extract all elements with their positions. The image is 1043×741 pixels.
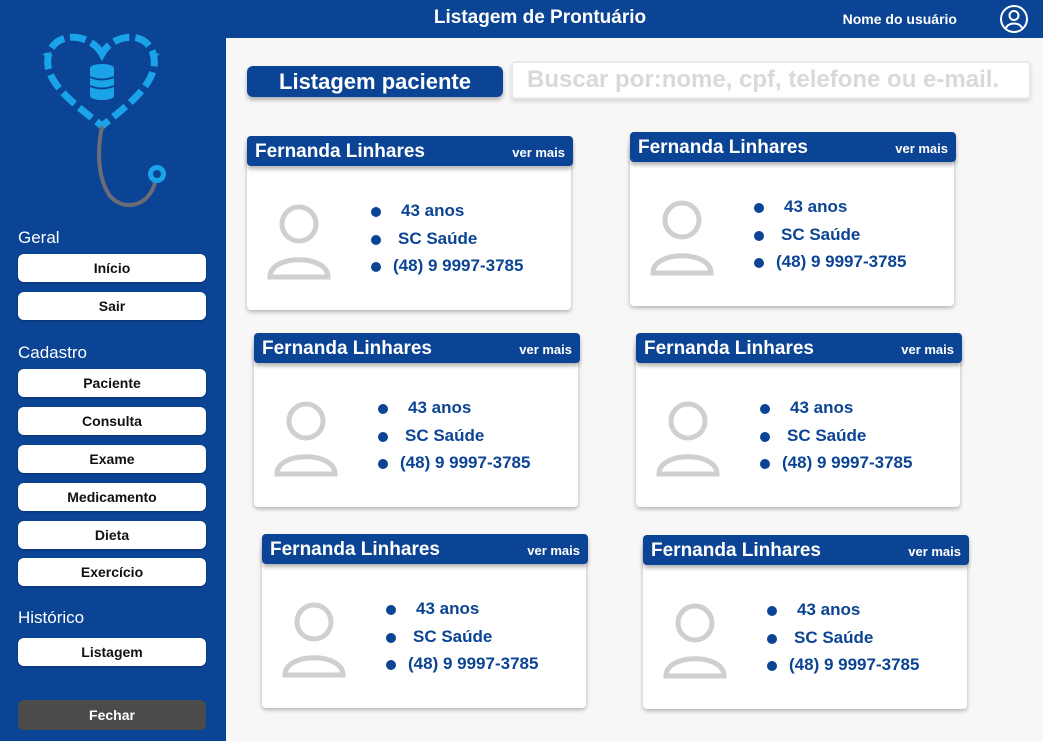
person-placeholder-icon <box>267 204 331 280</box>
sidebar-item-dieta[interactable]: Dieta <box>18 521 206 549</box>
sidebar-item-sair[interactable]: Sair <box>18 292 206 320</box>
see-more-link[interactable]: ver mais <box>519 342 572 357</box>
user-avatar-icon[interactable] <box>999 4 1029 34</box>
user-name[interactable]: Nome do usuário <box>843 11 957 27</box>
patient-card-body: 43 anos SC Saúde (48) 9 9997-3785 <box>262 544 586 708</box>
sidebar-item-medicamento[interactable]: Medicamento <box>18 483 206 511</box>
patient-card-header: Fernanda Linhares ver mais <box>247 136 573 166</box>
patient-name: Fernanda Linhares <box>262 338 432 359</box>
sidebar-item-paciente[interactable]: Paciente <box>18 369 206 397</box>
patient-card-body: 43 anos SC Saúde (48) 9 9997-3785 <box>247 146 571 310</box>
sidebar-item-inicio[interactable]: Início <box>18 254 206 282</box>
sidebar-item-exercicio[interactable]: Exercício <box>18 558 206 586</box>
sidebar-item-listagem[interactable]: Listagem <box>18 638 206 666</box>
person-placeholder-icon <box>650 200 714 276</box>
sidebar: Geral Início Sair Cadastro Paciente Cons… <box>0 0 226 741</box>
patient-card-header: Fernanda Linhares ver mais <box>636 333 962 363</box>
section-title-geral: Geral <box>18 228 60 247</box>
patient-name: Fernanda Linhares <box>270 539 440 560</box>
stethoscope-heart-logo <box>42 33 166 207</box>
patient-name: Fernanda Linhares <box>651 540 821 561</box>
section-title-cadastro: Cadastro <box>18 343 87 362</box>
patient-card: 43 anos SC Saúde (48) 9 9997-3785 Fernan… <box>247 136 573 312</box>
see-more-link[interactable]: ver mais <box>512 145 565 160</box>
patient-card-body: 43 anos SC Saúde (48) 9 9997-3785 <box>630 142 954 306</box>
see-more-link[interactable]: ver mais <box>895 141 948 156</box>
patient-card-header: Fernanda Linhares ver mais <box>262 534 588 564</box>
patient-card: 43 anos SC Saúde (48) 9 9997-3785 Fernan… <box>636 333 962 509</box>
section-title-historico: Histórico <box>18 608 85 627</box>
patient-card-body: 43 anos SC Saúde (48) 9 9997-3785 <box>643 545 967 709</box>
page-title: Listagem paciente <box>247 66 503 97</box>
patient-card: 43 anos SC Saúde (48) 9 9997-3785 Fernan… <box>630 132 956 308</box>
see-more-link[interactable]: ver mais <box>901 342 954 357</box>
patient-card-body: 43 anos SC Saúde (48) 9 9997-3785 <box>636 343 960 507</box>
patient-card-header: Fernanda Linhares ver mais <box>643 535 969 565</box>
see-more-link[interactable]: ver mais <box>908 544 961 559</box>
person-placeholder-icon <box>282 602 346 678</box>
close-button[interactable]: Fechar <box>18 700 206 730</box>
patient-name: Fernanda Linhares <box>644 338 814 359</box>
search-input[interactable] <box>511 61 1031 99</box>
person-placeholder-icon <box>656 401 720 477</box>
patient-card-header: Fernanda Linhares ver mais <box>630 132 956 162</box>
patient-card: 43 anos SC Saúde (48) 9 9997-3785 Fernan… <box>262 534 588 710</box>
sidebar-item-consulta[interactable]: Consulta <box>18 407 206 435</box>
see-more-link[interactable]: ver mais <box>527 543 580 558</box>
person-placeholder-icon <box>274 401 338 477</box>
patient-card: 43 anos SC Saúde (48) 9 9997-3785 Fernan… <box>254 333 580 509</box>
patient-name: Fernanda Linhares <box>638 137 808 158</box>
sidebar-item-exame[interactable]: Exame <box>18 445 206 473</box>
person-placeholder-icon <box>663 603 727 679</box>
patient-card-body: 43 anos SC Saúde (48) 9 9997-3785 <box>254 343 578 507</box>
patient-card: 43 anos SC Saúde (48) 9 9997-3785 Fernan… <box>643 535 969 711</box>
patient-card-header: Fernanda Linhares ver mais <box>254 333 580 363</box>
patient-name: Fernanda Linhares <box>255 141 425 162</box>
